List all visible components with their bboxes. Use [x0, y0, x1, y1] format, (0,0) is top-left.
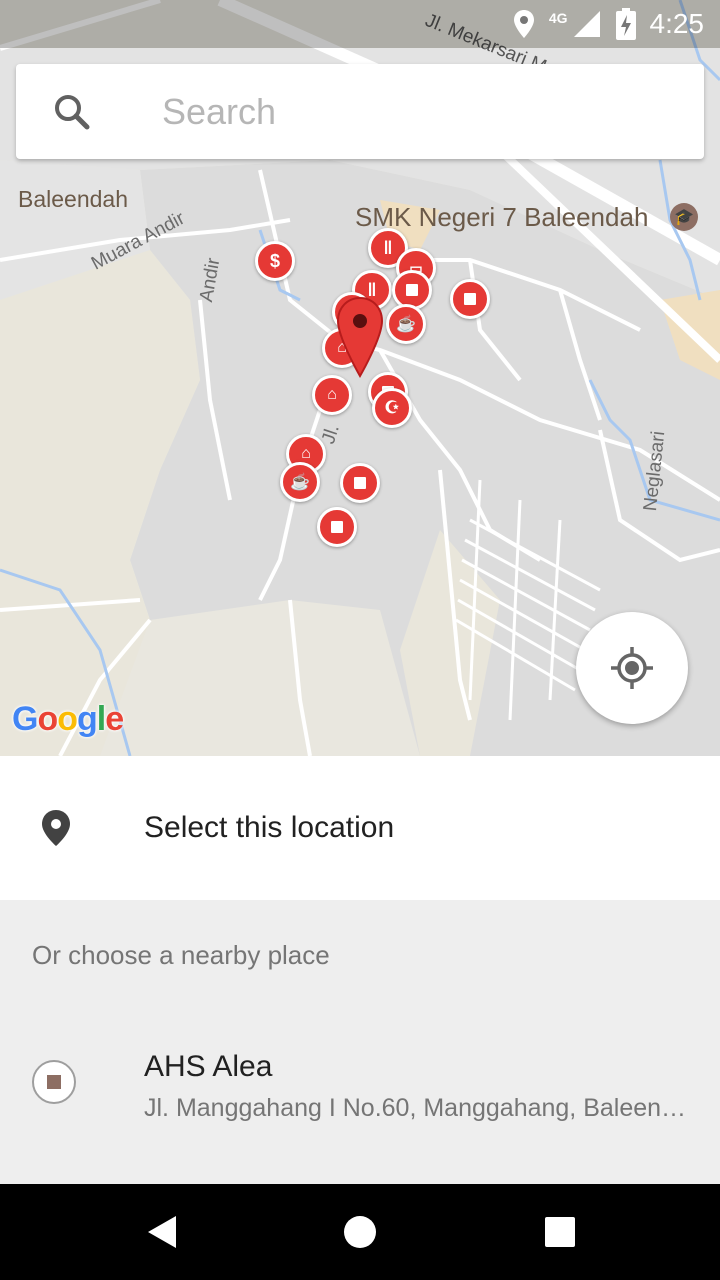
selected-location-pin-icon[interactable] — [336, 296, 384, 378]
signal-icon — [573, 11, 600, 37]
back-icon[interactable] — [142, 1212, 182, 1252]
location-icon — [513, 10, 534, 38]
area-label: Baleendah — [18, 186, 128, 212]
google-logo-letter: g — [77, 700, 98, 738]
mosque-marker[interactable]: ☪ — [372, 388, 412, 428]
cafe-icon: ☕ — [396, 316, 416, 333]
school-icon: 🎓 — [670, 203, 698, 231]
google-logo-letter: l — [96, 700, 107, 738]
clock: 4:25 — [649, 8, 705, 39]
restaurant-icon: ǁ — [383, 237, 393, 258]
cafe-marker[interactable]: ☕ — [386, 304, 426, 344]
location-pin-icon — [42, 810, 70, 846]
select-location-label: Select this location — [144, 811, 395, 844]
store-icon — [331, 521, 343, 533]
bank-marker[interactable]: $ — [255, 241, 295, 281]
place-name: AHS Alea — [144, 1050, 273, 1083]
status-bar: 4G 4:25 — [0, 0, 720, 48]
home-icon[interactable] — [340, 1212, 380, 1252]
search-input[interactable] — [160, 89, 664, 134]
store-icon — [464, 293, 476, 305]
navigation-bar — [0, 1184, 720, 1280]
battery-charging-icon — [615, 8, 636, 40]
shopping-bag-icon: ⌂ — [301, 445, 311, 462]
store-marker[interactable] — [340, 463, 380, 503]
store-icon — [47, 1075, 61, 1089]
dollar-icon: $ — [269, 250, 280, 271]
nearby-header: Or choose a nearby place — [32, 940, 330, 970]
my-location-button[interactable] — [576, 612, 688, 724]
store-marker[interactable] — [317, 507, 357, 547]
list-item[interactable]: AHS Alea Jl. Manggahang I No.60, Manggah… — [0, 1030, 720, 1150]
recents-icon[interactable] — [540, 1212, 580, 1252]
google-logo: Google — [12, 700, 124, 739]
store-icon — [406, 284, 418, 296]
cafe-marker[interactable]: ☕ — [280, 462, 320, 502]
google-logo-letter: o — [37, 700, 58, 738]
place-address: Jl. Manggahang I No.60, Manggahang, Bale… — [144, 1094, 692, 1122]
search-icon[interactable] — [48, 88, 96, 136]
crosshair-icon — [611, 647, 653, 689]
google-logo-letter: G — [12, 700, 38, 738]
store-marker[interactable] — [450, 279, 490, 319]
place-type-icon — [32, 1060, 76, 1104]
network-type: 4G — [548, 10, 568, 26]
search-bar[interactable] — [16, 64, 704, 159]
google-logo-letter: e — [105, 700, 124, 738]
shopping-bag-icon: ⌂ — [327, 386, 337, 403]
select-location-row[interactable]: Select this location — [0, 756, 720, 900]
school-label: SMK Negeri 7 Baleendah — [355, 202, 649, 232]
store-icon — [354, 477, 366, 489]
cafe-icon: ☕ — [290, 474, 310, 491]
mosque-icon: ☪ — [384, 398, 400, 417]
shopping-marker[interactable]: ⌂ — [312, 375, 352, 415]
google-logo-letter: o — [57, 700, 78, 738]
